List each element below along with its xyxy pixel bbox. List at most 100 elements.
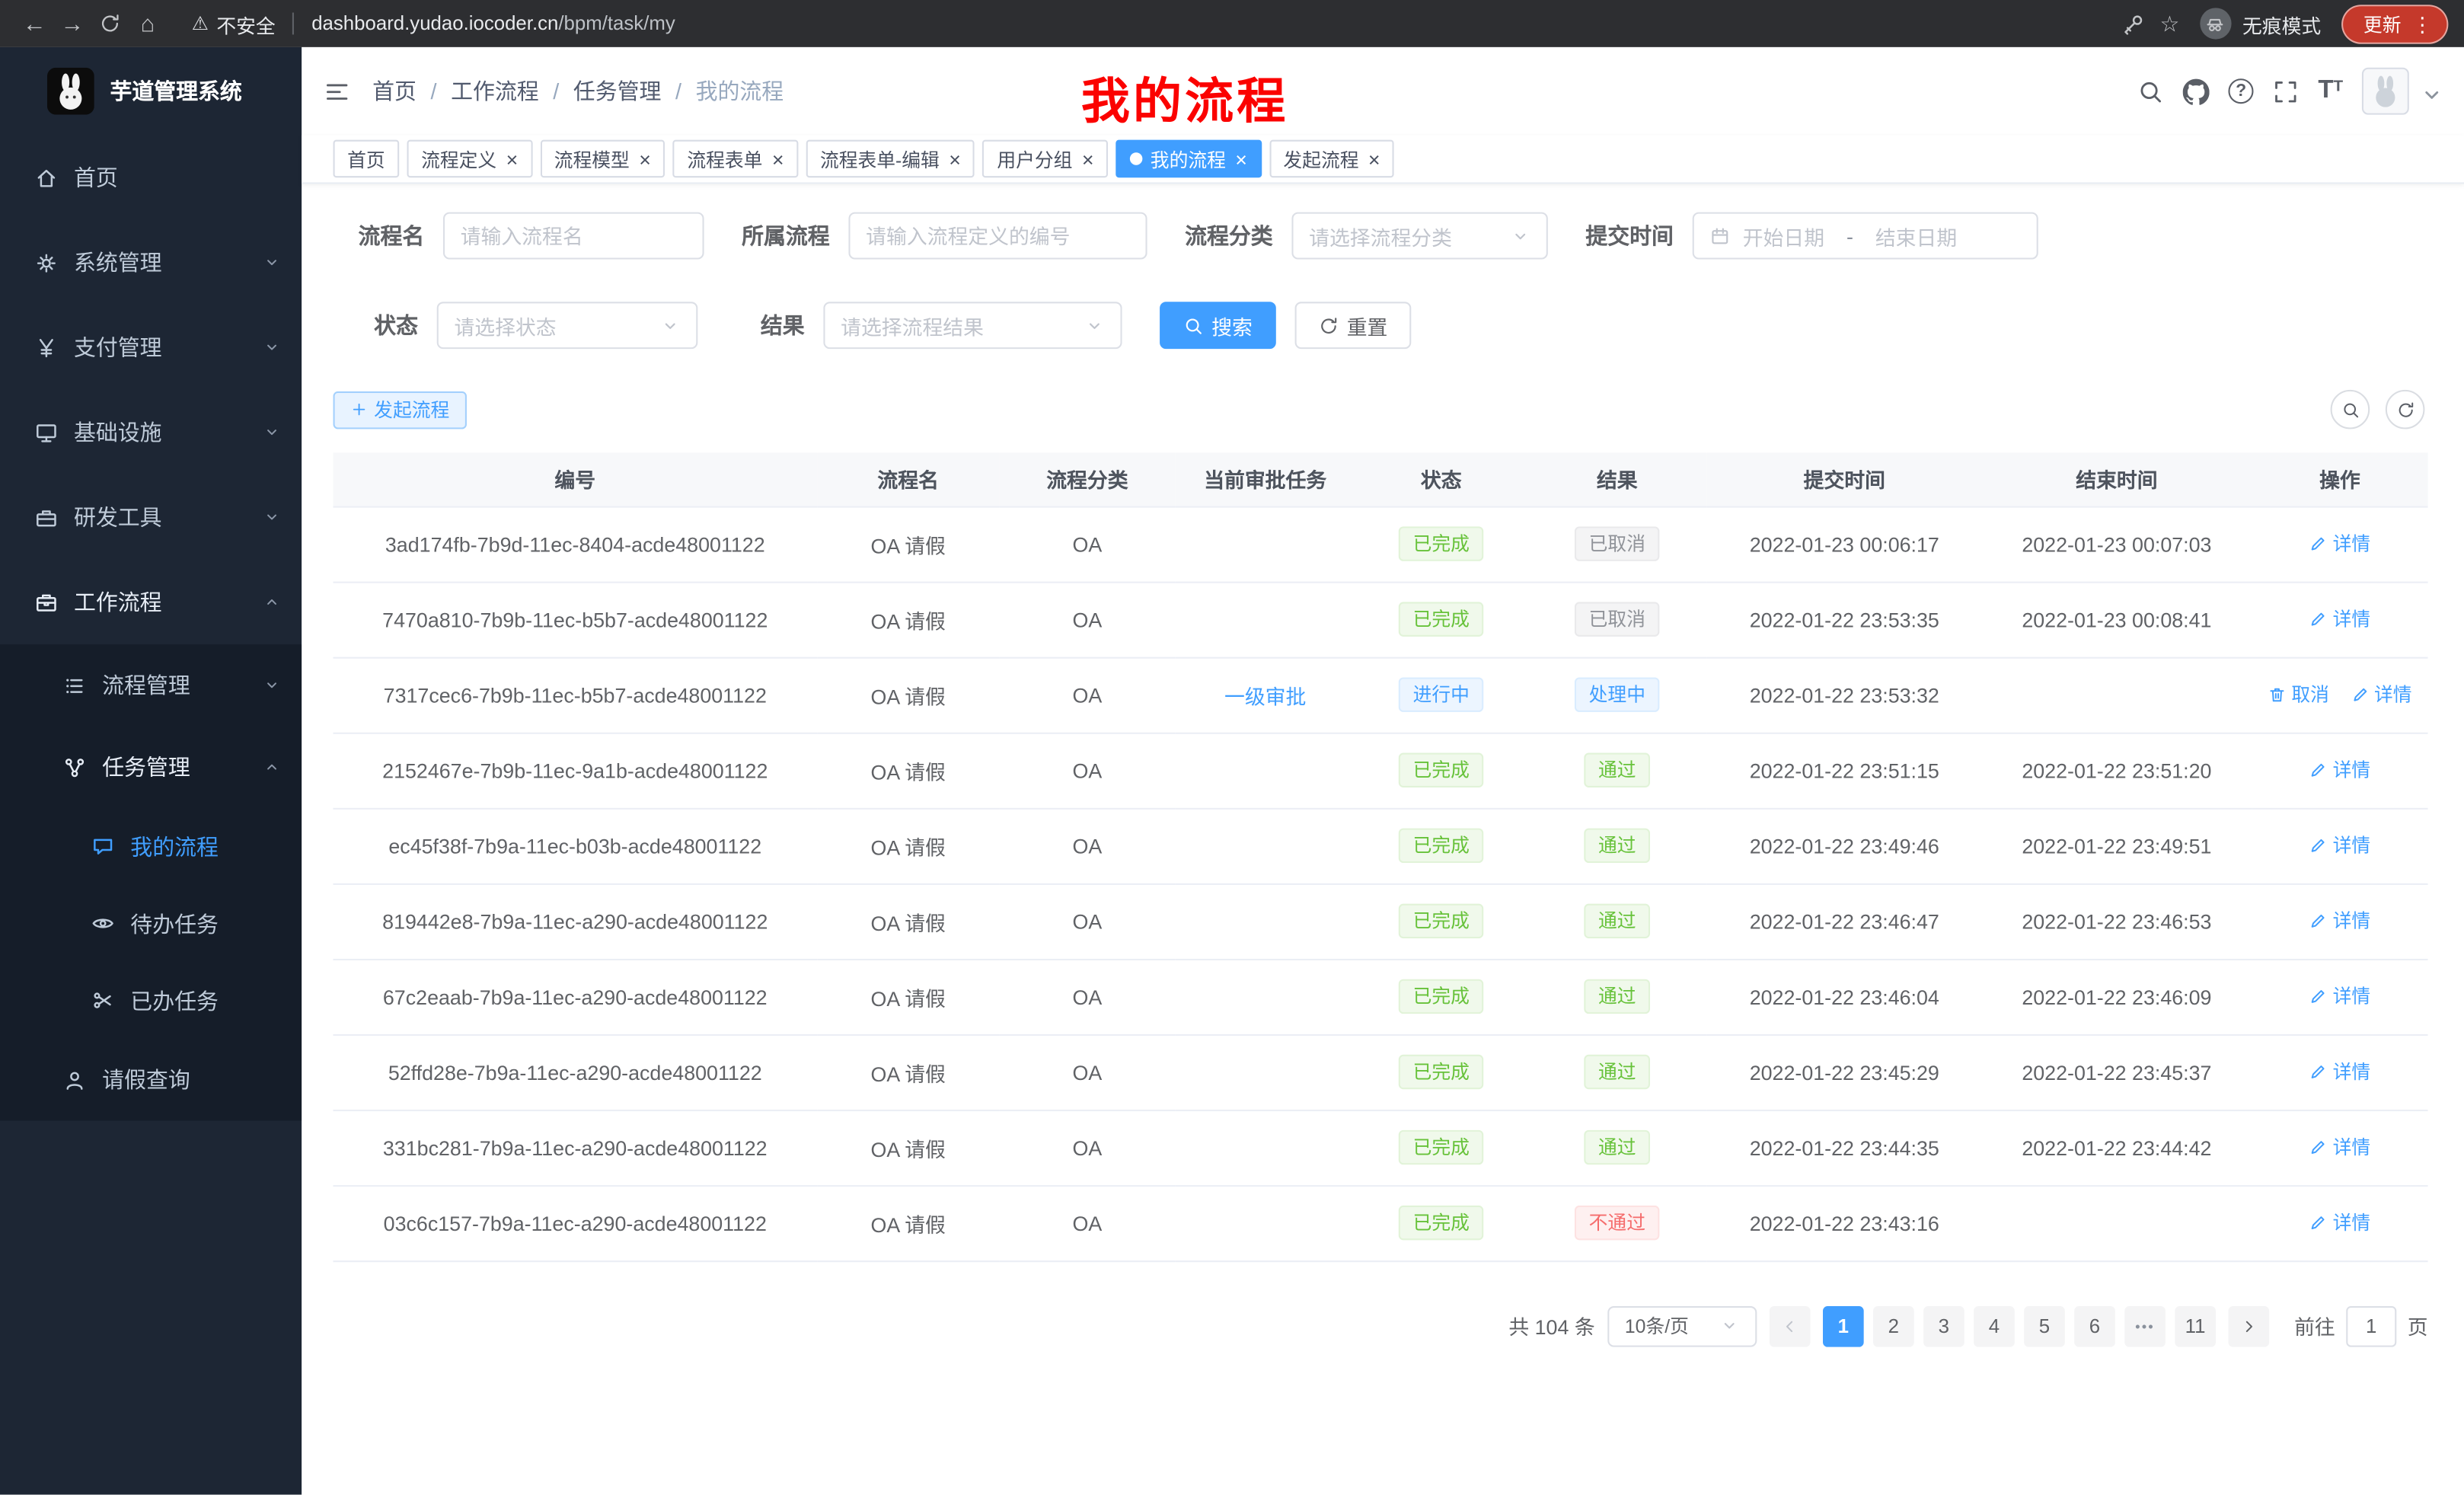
view-tab[interactable]: 流程定义 × [407, 140, 532, 178]
sidebar-item-system[interactable]: 系统管理 [0, 220, 302, 305]
close-icon[interactable]: × [949, 149, 961, 169]
browser-forward-icon[interactable]: → [53, 6, 91, 40]
sidebar-item-payment[interactable]: 支付管理 [0, 305, 302, 389]
process-def-input[interactable] [866, 224, 1130, 248]
process-name-input[interactable] [461, 224, 687, 248]
reset-button[interactable]: 重置 [1295, 302, 1412, 349]
page-button[interactable]: 3 [1923, 1305, 1964, 1346]
search-icon[interactable] [2137, 78, 2164, 104]
update-label: 更新 [2363, 10, 2402, 37]
update-button[interactable]: 更新 ⋮ [2341, 4, 2448, 43]
detail-link[interactable]: 详情 [2309, 605, 2371, 632]
detail-link[interactable]: 详情 [2309, 1134, 2371, 1161]
view-tab[interactable]: 发起流程 × [1269, 140, 1394, 178]
page-button[interactable]: 6 [2074, 1305, 2115, 1346]
detail-link[interactable]: 详情 [2309, 832, 2371, 858]
close-icon[interactable]: × [1082, 149, 1094, 169]
detail-link[interactable]: 详情 [2309, 1209, 2371, 1236]
active-dot [1130, 152, 1143, 165]
font-size-icon[interactable]: TT [2318, 78, 2343, 104]
fullscreen-icon[interactable] [2272, 78, 2299, 104]
password-key-icon[interactable] [2122, 11, 2146, 35]
cell-end-time: 2022-01-23 00:08:41 [1981, 582, 2252, 657]
cell-actions: 取消 详情 [2252, 808, 2427, 883]
sidebar-item-home[interactable]: 首页 [0, 135, 302, 219]
date-range-picker[interactable]: 开始日期 - 结束日期 [1693, 212, 2038, 260]
page-size-select[interactable]: 10条/页 [1607, 1305, 1757, 1346]
help-icon[interactable]: ? [2229, 78, 2254, 104]
view-tab[interactable]: 我的流程 × [1116, 140, 1261, 178]
avatar[interactable] [2362, 68, 2409, 115]
detail-link[interactable]: 详情 [2309, 530, 2371, 557]
logo-rabbit-icon [47, 68, 94, 115]
view-tab[interactable]: 流程表单-编辑 × [806, 140, 975, 178]
sidebar-item-done-tasks[interactable]: 已办任务 [0, 962, 302, 1039]
avatar-caret-icon[interactable] [2418, 81, 2445, 108]
column-header: 提交时间 [1707, 452, 1981, 506]
hamburger-icon[interactable] [302, 78, 372, 104]
breadcrumb-item[interactable]: 任务管理 [573, 75, 662, 107]
breadcrumb-item[interactable]: 工作流程 [451, 75, 539, 107]
sidebar-item-devtools[interactable]: 研发工具 [0, 474, 302, 559]
column-header: 结束时间 [1981, 452, 2252, 506]
browser-back-icon[interactable]: ← [16, 6, 54, 40]
search-button[interactable]: 搜索 [1160, 302, 1276, 349]
sidebar-item-my-process[interactable]: 我的流程 [0, 808, 302, 885]
tree-list-icon [63, 673, 87, 697]
detail-link[interactable]: 详情 [2309, 982, 2371, 1009]
result-select[interactable]: 请选择流程结果 [823, 302, 1122, 349]
status-badge: 已完成 [1399, 1130, 1483, 1164]
cell-current-task [1175, 959, 1355, 1034]
detail-link[interactable]: 详情 [2309, 1058, 2371, 1085]
cancel-link[interactable]: 取消 [2268, 681, 2329, 708]
browser-menu-icon[interactable]: ⋮ [2412, 14, 2433, 34]
next-page-button[interactable] [2228, 1305, 2269, 1346]
close-icon[interactable]: × [506, 149, 519, 169]
detail-link[interactable]: 详情 [2309, 756, 2371, 783]
detail-link[interactable]: 详情 [2351, 681, 2412, 708]
create-process-button[interactable]: 发起流程 [334, 391, 467, 429]
edit-icon [2351, 685, 2370, 704]
close-icon[interactable]: × [639, 149, 651, 169]
page-button[interactable]: 11 [2175, 1305, 2216, 1346]
page-button[interactable]: 4 [1974, 1305, 2015, 1346]
view-tab[interactable]: 首页 × [334, 140, 400, 178]
bookmark-star-icon[interactable]: ☆ [2159, 10, 2179, 37]
status-select[interactable]: 请选择状态 [437, 302, 698, 349]
close-icon[interactable]: × [1368, 149, 1380, 169]
sidebar-item-task-mgmt[interactable]: 任务管理 [0, 726, 302, 807]
view-tab[interactable]: 流程模型 × [540, 140, 665, 178]
breadcrumb-item[interactable]: 首页 [372, 75, 417, 107]
page-button[interactable]: 5 [2024, 1305, 2065, 1346]
toggle-search-button[interactable] [2331, 390, 2370, 430]
address-bar[interactable]: dashboard.yudao.iocoder.cn/bpm/task/my [311, 13, 675, 35]
browser-reload-icon[interactable] [91, 6, 129, 40]
refresh-table-button[interactable] [2386, 390, 2425, 430]
close-icon[interactable]: × [772, 149, 784, 169]
view-tab[interactable]: 用户分组 × [983, 140, 1108, 178]
sidebar-item-process-mgmt[interactable]: 流程管理 [0, 644, 302, 726]
edit-icon [2309, 911, 2328, 930]
category-select[interactable]: 请选择流程分类 [1291, 212, 1547, 260]
sidebar-item-workflow[interactable]: 工作流程 [0, 560, 302, 644]
column-header: 当前审批任务 [1175, 452, 1355, 506]
edit-icon [2309, 534, 2328, 553]
search-icon [1183, 315, 1204, 336]
close-icon[interactable]: × [1235, 149, 1247, 169]
detail-link[interactable]: 详情 [2309, 907, 2371, 934]
prev-page-button[interactable] [1770, 1305, 1811, 1346]
view-tab[interactable]: 流程表单 × [673, 140, 798, 178]
goto-page-input[interactable] [2346, 1305, 2396, 1346]
browser-home-icon[interactable]: ⌂ [129, 6, 167, 40]
security-indicator[interactable]: ⚠不安全 [192, 8, 276, 38]
cell-actions: 取消 详情 [2252, 1185, 2427, 1260]
page-button[interactable]: ••• [2124, 1305, 2166, 1346]
page-button[interactable]: 2 [1873, 1305, 1914, 1346]
sidebar-item-infra[interactable]: 基础设施 [0, 390, 302, 474]
breadcrumb: 首页 / 工作流程 / 任务管理 / 我的流程 [372, 75, 784, 107]
sidebar-item-todo-tasks[interactable]: 待办任务 [0, 885, 302, 962]
github-icon[interactable] [2183, 78, 2210, 104]
sidebar-item-leave-query[interactable]: 请假查询 [0, 1039, 302, 1120]
page-button[interactable]: 1 [1823, 1305, 1864, 1346]
current-task-link[interactable]: 一级审批 [1224, 685, 1306, 708]
